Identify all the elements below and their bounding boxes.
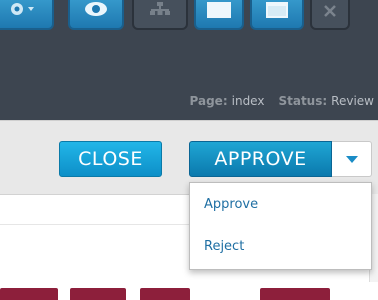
page-value: index bbox=[231, 94, 265, 108]
settings-menu-button[interactable] bbox=[0, 0, 54, 30]
menu-item-approve[interactable]: Approve bbox=[204, 197, 258, 212]
toolbar bbox=[0, 0, 378, 34]
window-icon bbox=[205, 1, 233, 21]
status-label: Status: bbox=[278, 94, 328, 108]
close-icon bbox=[322, 3, 338, 19]
gear-icon bbox=[6, 1, 36, 21]
menu-item-reject[interactable]: Reject bbox=[204, 239, 244, 254]
approve-dropdown-menu: Approve Reject bbox=[189, 182, 372, 270]
app-root: Page: index Status: Review CLOSE APPROVE A… bbox=[0, 0, 378, 300]
tab-pill-1[interactable] bbox=[0, 288, 58, 300]
page-info: Page: index bbox=[190, 94, 265, 108]
top-header: Page: index Status: Review bbox=[0, 0, 378, 120]
tab-pill-4[interactable] bbox=[260, 288, 330, 300]
page-label: Page: bbox=[189, 94, 228, 108]
tab-pill-3[interactable] bbox=[140, 288, 190, 300]
preview-button[interactable] bbox=[68, 0, 124, 30]
tab-pill-2[interactable] bbox=[70, 288, 126, 300]
approve-button[interactable]: APPROVE bbox=[189, 141, 332, 177]
close-toolbar-button[interactable] bbox=[310, 0, 350, 30]
window-view-button[interactable] bbox=[194, 0, 244, 30]
caret-down-icon bbox=[345, 155, 358, 163]
close-button[interactable]: CLOSE bbox=[59, 141, 162, 177]
status-info: Status: Review bbox=[278, 94, 374, 108]
page-meta: Page: index Status: Review bbox=[190, 94, 374, 108]
window-view-button-2[interactable] bbox=[250, 0, 304, 30]
window-icon bbox=[263, 1, 291, 21]
sitemap-icon bbox=[148, 2, 172, 20]
approve-dropdown-toggle[interactable] bbox=[332, 141, 372, 177]
sitemap-button[interactable] bbox=[132, 0, 188, 30]
status-value: Review bbox=[331, 94, 374, 108]
eye-icon bbox=[83, 1, 109, 21]
